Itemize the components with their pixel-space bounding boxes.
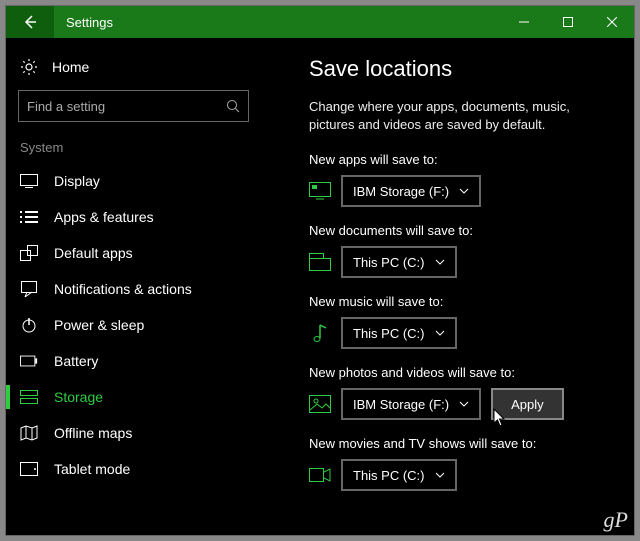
dropdown-value: This PC (C:) [353,255,425,270]
close-icon [607,17,617,27]
sidebar: Home Find a setting System Display Apps … [6,38,261,535]
sidebar-item-label: Apps & features [54,209,154,225]
sidebar-item-label: Storage [54,389,103,405]
setting-photos-videos: New photos and videos will save to: IBM … [309,365,614,420]
sidebar-item-power-sleep[interactable]: Power & sleep [6,307,261,343]
chevron-down-icon [435,330,445,336]
music-drive-icon [309,323,331,343]
storage-icon [20,388,38,406]
documents-drive-icon [309,252,331,272]
map-icon [20,424,38,442]
sidebar-item-label: Display [54,173,100,189]
maximize-button[interactable] [546,6,590,38]
sidebar-item-default-apps[interactable]: Default apps [6,235,261,271]
sidebar-item-display[interactable]: Display [6,163,261,199]
setting-label: New movies and TV shows will save to: [309,436,614,451]
photos-location-dropdown[interactable]: IBM Storage (F:) [341,388,481,420]
movies-drive-icon [309,465,331,485]
battery-icon [20,352,38,370]
apps-drive-icon [309,181,331,201]
setting-label: New documents will save to: [309,223,614,238]
sidebar-item-storage[interactable]: Storage [6,379,261,415]
chevron-down-icon [459,188,469,194]
photos-drive-icon [309,394,331,414]
titlebar: Settings [6,6,634,38]
category-label: System [6,136,261,163]
content-panel: Save locations Change where your apps, d… [261,38,634,535]
chevron-down-icon [435,472,445,478]
dropdown-value: IBM Storage (F:) [353,184,449,199]
setting-apps: New apps will save to: IBM Storage (F:) [309,152,614,207]
display-icon [20,172,38,190]
power-icon [20,316,38,334]
page-description: Change where your apps, documents, music… [309,98,614,134]
defaults-icon [20,244,38,262]
sidebar-item-label: Power & sleep [54,317,144,333]
notifications-icon [20,280,38,298]
chevron-down-icon [459,401,469,407]
sidebar-item-offline-maps[interactable]: Offline maps [6,415,261,451]
dropdown-value: This PC (C:) [353,468,425,483]
watermark: gP [604,507,628,533]
search-icon [226,99,240,113]
music-location-dropdown[interactable]: This PC (C:) [341,317,457,349]
setting-label: New music will save to: [309,294,614,309]
minimize-icon [519,17,529,27]
documents-location-dropdown[interactable]: This PC (C:) [341,246,457,278]
minimize-button[interactable] [502,6,546,38]
setting-documents: New documents will save to: This PC (C:) [309,223,614,278]
apps-location-dropdown[interactable]: IBM Storage (F:) [341,175,481,207]
apply-label: Apply [511,397,544,412]
setting-label: New photos and videos will save to: [309,365,614,380]
sidebar-item-notifications[interactable]: Notifications & actions [6,271,261,307]
window-body: Home Find a setting System Display Apps … [6,38,634,535]
sidebar-item-tablet-mode[interactable]: Tablet mode [6,451,261,487]
arrow-left-icon [22,14,38,30]
setting-label: New apps will save to: [309,152,614,167]
maximize-icon [563,17,573,27]
sidebar-item-apps-features[interactable]: Apps & features [6,199,261,235]
chevron-down-icon [435,259,445,265]
close-button[interactable] [590,6,634,38]
list-icon [20,208,38,226]
search-input[interactable]: Find a setting [18,90,249,122]
sidebar-item-label: Notifications & actions [54,281,192,297]
sidebar-item-label: Tablet mode [54,461,130,477]
home-button[interactable]: Home [6,50,261,90]
apply-button[interactable]: Apply [491,388,564,420]
setting-music: New music will save to: This PC (C:) [309,294,614,349]
tablet-icon [20,460,38,478]
setting-movies-tv: New movies and TV shows will save to: Th… [309,436,614,491]
sidebar-item-label: Battery [54,353,98,369]
sidebar-item-battery[interactable]: Battery [6,343,261,379]
search-placeholder: Find a setting [27,99,226,114]
home-label: Home [52,59,89,75]
gear-icon [20,58,38,76]
settings-window: Settings Home Find a setting System [5,5,635,536]
dropdown-value: This PC (C:) [353,326,425,341]
dropdown-value: IBM Storage (F:) [353,397,449,412]
movies-location-dropdown[interactable]: This PC (C:) [341,459,457,491]
sidebar-item-label: Default apps [54,245,133,261]
back-button[interactable] [6,6,54,38]
window-title: Settings [54,15,502,30]
page-title: Save locations [309,56,614,82]
sidebar-item-label: Offline maps [54,425,132,441]
